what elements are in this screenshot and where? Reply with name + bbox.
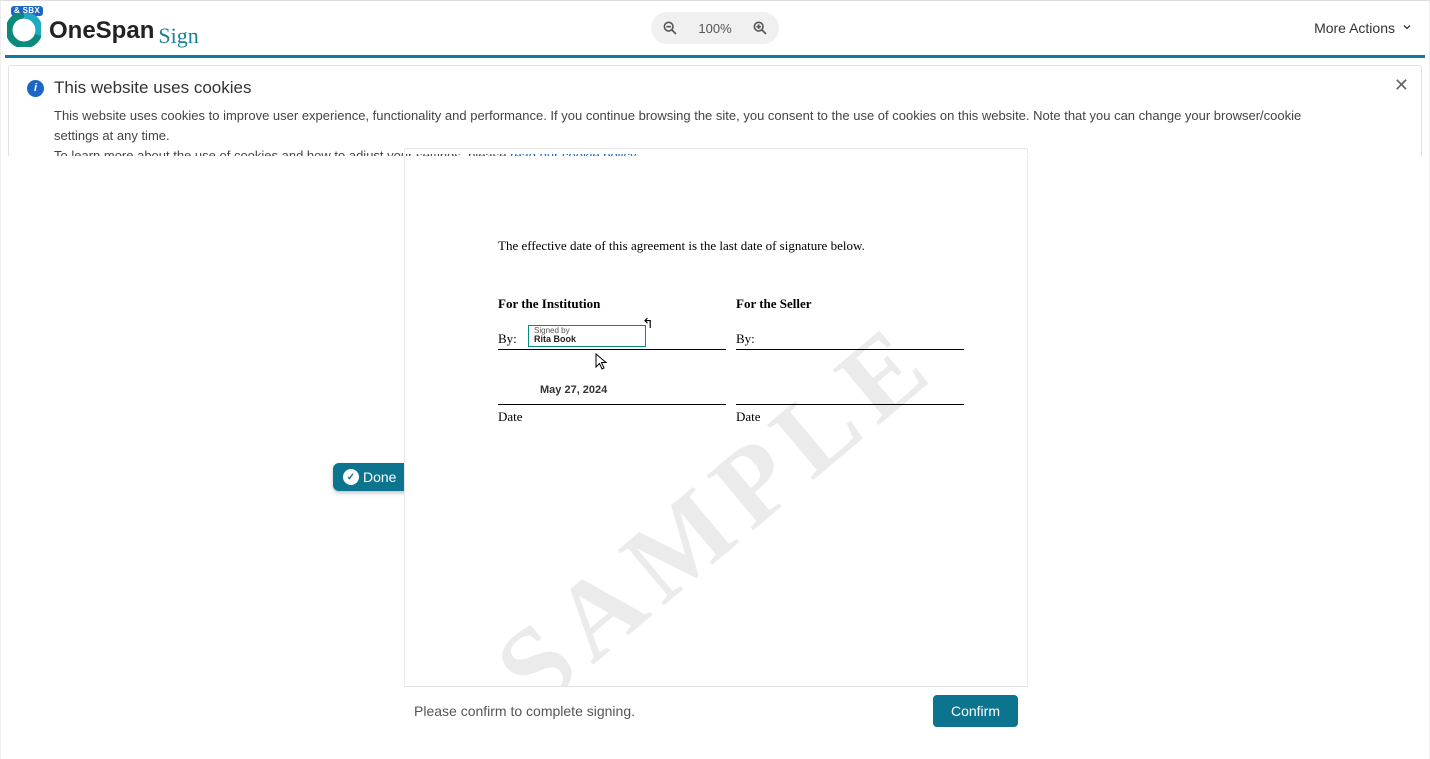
confirm-message: Please confirm to complete signing. [414,703,635,719]
institution-date-value: May 27, 2024 [540,384,726,398]
seller-signature-line[interactable]: By: [736,324,964,350]
seller-date-label: Date [736,409,964,425]
document-content: The effective date of this agreement is … [498,238,967,425]
signature-box[interactable]: Signed by Rita Book [528,325,646,347]
document-page: SAMPLE The effective date of this agreem… [404,156,1028,734]
header-divider [5,55,1425,58]
chevron-down-icon [1401,20,1413,36]
seller-heading: For the Seller [736,296,964,312]
institution-signature-line[interactable]: By: Signed by Rita Book ↰ [498,324,726,350]
onespan-logo-mark [7,13,41,47]
close-icon[interactable]: ✕ [1394,76,1409,94]
more-actions-label: More Actions [1314,20,1395,36]
signer-name: Rita Book [534,335,640,344]
more-actions-menu[interactable]: More Actions [1314,20,1413,36]
brand-logo: & SBX OneSpan Sign [7,7,199,49]
brand-sign: Sign [158,23,198,49]
previous-page-edge [404,148,1028,154]
brand-name: OneSpan [49,17,154,45]
seller-date-line [736,404,964,405]
institution-date-label: Date [498,409,726,425]
institution-column: For the Institution By: Signed by Rita B… [498,296,726,425]
by-label: By: [498,331,517,349]
done-label: Done [363,469,396,485]
institution-heading: For the Institution [498,296,726,312]
confirm-button[interactable]: Confirm [933,695,1018,727]
seller-date-value [778,384,964,398]
check-circle-icon: ✓ [343,469,359,485]
zoom-in-icon[interactable] [749,17,771,39]
institution-date-line [498,404,726,405]
done-indicator[interactable]: ✓ Done [333,463,408,491]
zoom-control: 100% [651,12,779,44]
cookie-text-1: This website uses cookies to improve use… [54,108,1301,143]
info-icon: i [27,80,44,97]
document-stage: ✓ Done SAMPLE The effective date of this… [1,156,1429,734]
seller-column: For the Seller By: Date [736,296,964,425]
cookie-title: This website uses cookies [54,78,251,98]
confirm-bar: Please confirm to complete signing. Conf… [404,686,1028,734]
effective-date-text: The effective date of this agreement is … [498,238,967,254]
by-label: By: [736,331,755,349]
cursor-icon [595,353,609,376]
zoom-out-icon[interactable] [659,17,681,39]
signature-anchor-icon: ↰ [642,316,654,333]
zoom-value: 100% [695,21,735,36]
app-header: & SBX OneSpan Sign 100% More Actions [1,1,1429,55]
